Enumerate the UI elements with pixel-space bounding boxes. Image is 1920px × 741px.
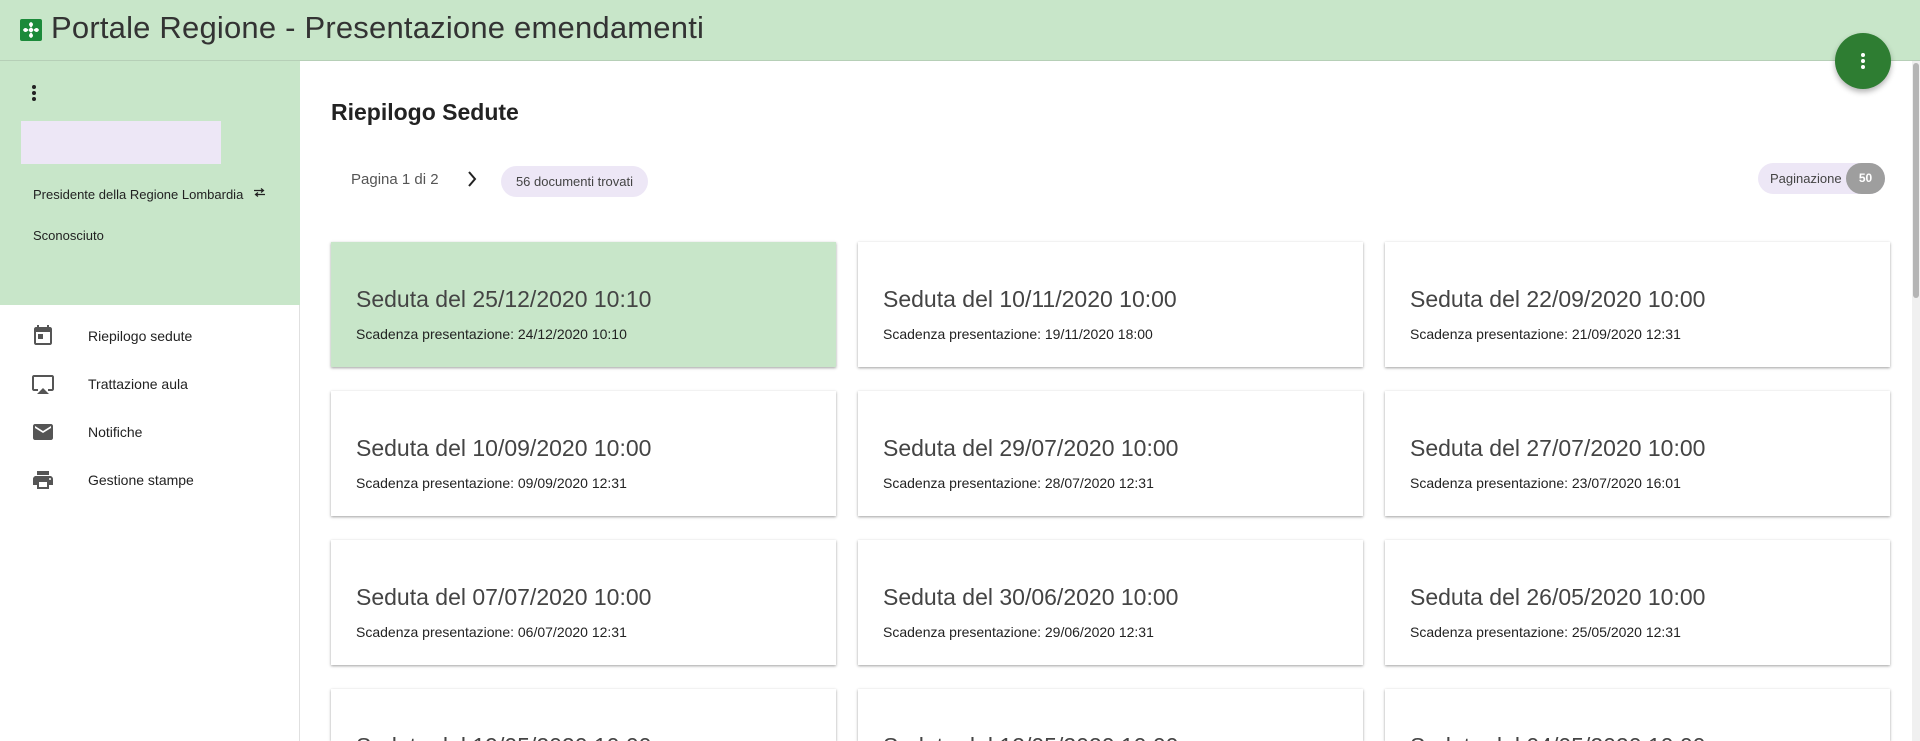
app-header: Portale Regione - Presentazione emendame… xyxy=(0,0,1920,61)
seduta-title: Seduta del 10/09/2020 10:00 xyxy=(356,435,652,461)
user-panel: Presidente della Regione Lombardia Scono… xyxy=(0,61,300,305)
user-role[interactable]: Presidente della Regione Lombardia xyxy=(33,187,266,202)
page-title: Riepilogo Sedute xyxy=(331,99,519,125)
seduta-card[interactable]: Seduta del 10/11/2020 10:00 Scadenza pre… xyxy=(858,242,1363,367)
airplay-icon xyxy=(32,375,54,394)
seduta-card[interactable]: Seduta del 25/12/2020 10:10 Scadenza pre… xyxy=(331,242,836,367)
seduta-card[interactable]: Seduta del 22/09/2020 10:00 Scadenza pre… xyxy=(1385,242,1890,367)
seduta-deadline: Scadenza presentazione: 09/09/2020 12:31 xyxy=(356,475,627,491)
user-menu-button[interactable] xyxy=(24,81,44,105)
seduta-deadline: Scadenza presentazione: 23/07/2020 16:01 xyxy=(1410,475,1681,491)
seduta-deadline: Scadenza presentazione: 21/09/2020 12:31 xyxy=(1410,326,1681,342)
main-content: Riepilogo Sedute Pagina 1 di 2 56 docume… xyxy=(300,61,1920,741)
next-page-button[interactable] xyxy=(460,167,484,191)
user-status: Sconosciuto xyxy=(33,228,104,243)
seduta-card[interactable]: Seduta del 27/07/2020 10:00 Scadenza pre… xyxy=(1385,391,1890,516)
seduta-title: Seduta del 26/05/2020 10:00 xyxy=(1410,584,1706,610)
sidebar-item-label: Riepilogo sedute xyxy=(88,328,193,344)
pagination-chip[interactable]: Paginazione 50 xyxy=(1758,163,1885,194)
seduta-title: Seduta del 22/09/2020 10:00 xyxy=(1410,286,1706,312)
seduta-card[interactable]: Seduta del 30/06/2020 10:00 Scadenza pre… xyxy=(858,540,1363,665)
seduta-card[interactable]: Seduta del 29/07/2020 10:00 Scadenza pre… xyxy=(858,391,1363,516)
seduta-card[interactable]: Seduta del 19/05/2020 10:00 xyxy=(331,689,836,741)
page-indicator: Pagina 1 di 2 xyxy=(351,171,439,188)
seduta-card[interactable]: Seduta del 07/07/2020 10:00 Scadenza pre… xyxy=(331,540,836,665)
seduta-deadline: Scadenza presentazione: 19/11/2020 18:00 xyxy=(883,326,1153,342)
seduta-title: Seduta del 19/05/2020 10:00 xyxy=(356,733,651,741)
seduta-card[interactable]: Seduta del 04/05/2020 10:00 xyxy=(1385,689,1890,741)
sidebar-item-label: Notifiche xyxy=(88,424,143,440)
sidebar-item-notifiche[interactable]: Notifiche xyxy=(0,410,299,454)
pagination-count: 50 xyxy=(1846,163,1885,194)
results-count-chip: 56 documenti trovati xyxy=(501,166,648,197)
scrollbar-thumb[interactable] xyxy=(1913,63,1919,298)
sidebar-item-label: Trattazione aula xyxy=(88,376,188,392)
sidebar-item-trattazione-aula[interactable]: Trattazione aula xyxy=(0,362,299,406)
seduta-title: Seduta del 27/07/2020 10:00 xyxy=(1410,435,1706,461)
chevron-right-icon xyxy=(468,171,477,187)
page-scrollbar[interactable] xyxy=(1912,61,1920,741)
seduta-card[interactable]: Seduta del 26/05/2020 10:00 Scadenza pre… xyxy=(1385,540,1890,665)
seduta-card[interactable]: Seduta del 10/09/2020 10:00 Scadenza pre… xyxy=(331,391,836,516)
printer-icon xyxy=(33,471,53,489)
more-vert-icon xyxy=(32,85,36,101)
seduta-deadline: Scadenza presentazione: 25/05/2020 12:31 xyxy=(1410,624,1681,640)
app-title: Portale Regione - Presentazione emendame… xyxy=(51,10,705,45)
seduta-title: Seduta del 25/12/2020 10:10 xyxy=(356,286,652,312)
sidebar-item-label: Gestione stampe xyxy=(88,472,194,488)
seduta-title: Seduta del 12/05/2020 10:00 xyxy=(883,733,1178,741)
user-avatar-placeholder xyxy=(21,121,221,164)
seduta-title: Seduta del 07/07/2020 10:00 xyxy=(356,584,652,610)
sidebar-item-riepilogo-sedute[interactable]: Riepilogo sedute xyxy=(0,314,299,358)
seduta-card[interactable]: Seduta del 12/05/2020 10:00 xyxy=(858,689,1363,741)
seduta-deadline: Scadenza presentazione: 29/06/2020 12:31 xyxy=(883,624,1154,640)
sidebar: Presidente della Regione Lombardia Scono… xyxy=(0,61,300,741)
seduta-deadline: Scadenza presentazione: 28/07/2020 12:31 xyxy=(883,475,1154,491)
seduta-title: Seduta del 30/06/2020 10:00 xyxy=(883,584,1179,610)
seduta-deadline: Scadenza presentazione: 24/12/2020 10:10 xyxy=(356,326,627,342)
user-role-label: Presidente della Regione Lombardia xyxy=(33,187,244,202)
mail-icon xyxy=(33,424,53,440)
seduta-title: Seduta del 29/07/2020 10:00 xyxy=(883,435,1179,461)
sidebar-item-gestione-stampe[interactable]: Gestione stampe xyxy=(0,458,299,502)
calendar-icon xyxy=(34,325,52,345)
regione-logo-icon xyxy=(20,19,42,41)
more-actions-button[interactable] xyxy=(1835,33,1891,89)
swap-horiz-icon[interactable] xyxy=(253,188,266,197)
more-vert-icon xyxy=(1861,53,1865,69)
seduta-title: Seduta del 10/11/2020 10:00 xyxy=(883,286,1177,312)
seduta-deadline: Scadenza presentazione: 06/07/2020 12:31 xyxy=(356,624,627,640)
pagination-label: Paginazione xyxy=(1770,171,1842,186)
seduta-title: Seduta del 04/05/2020 10:00 xyxy=(1410,733,1705,741)
